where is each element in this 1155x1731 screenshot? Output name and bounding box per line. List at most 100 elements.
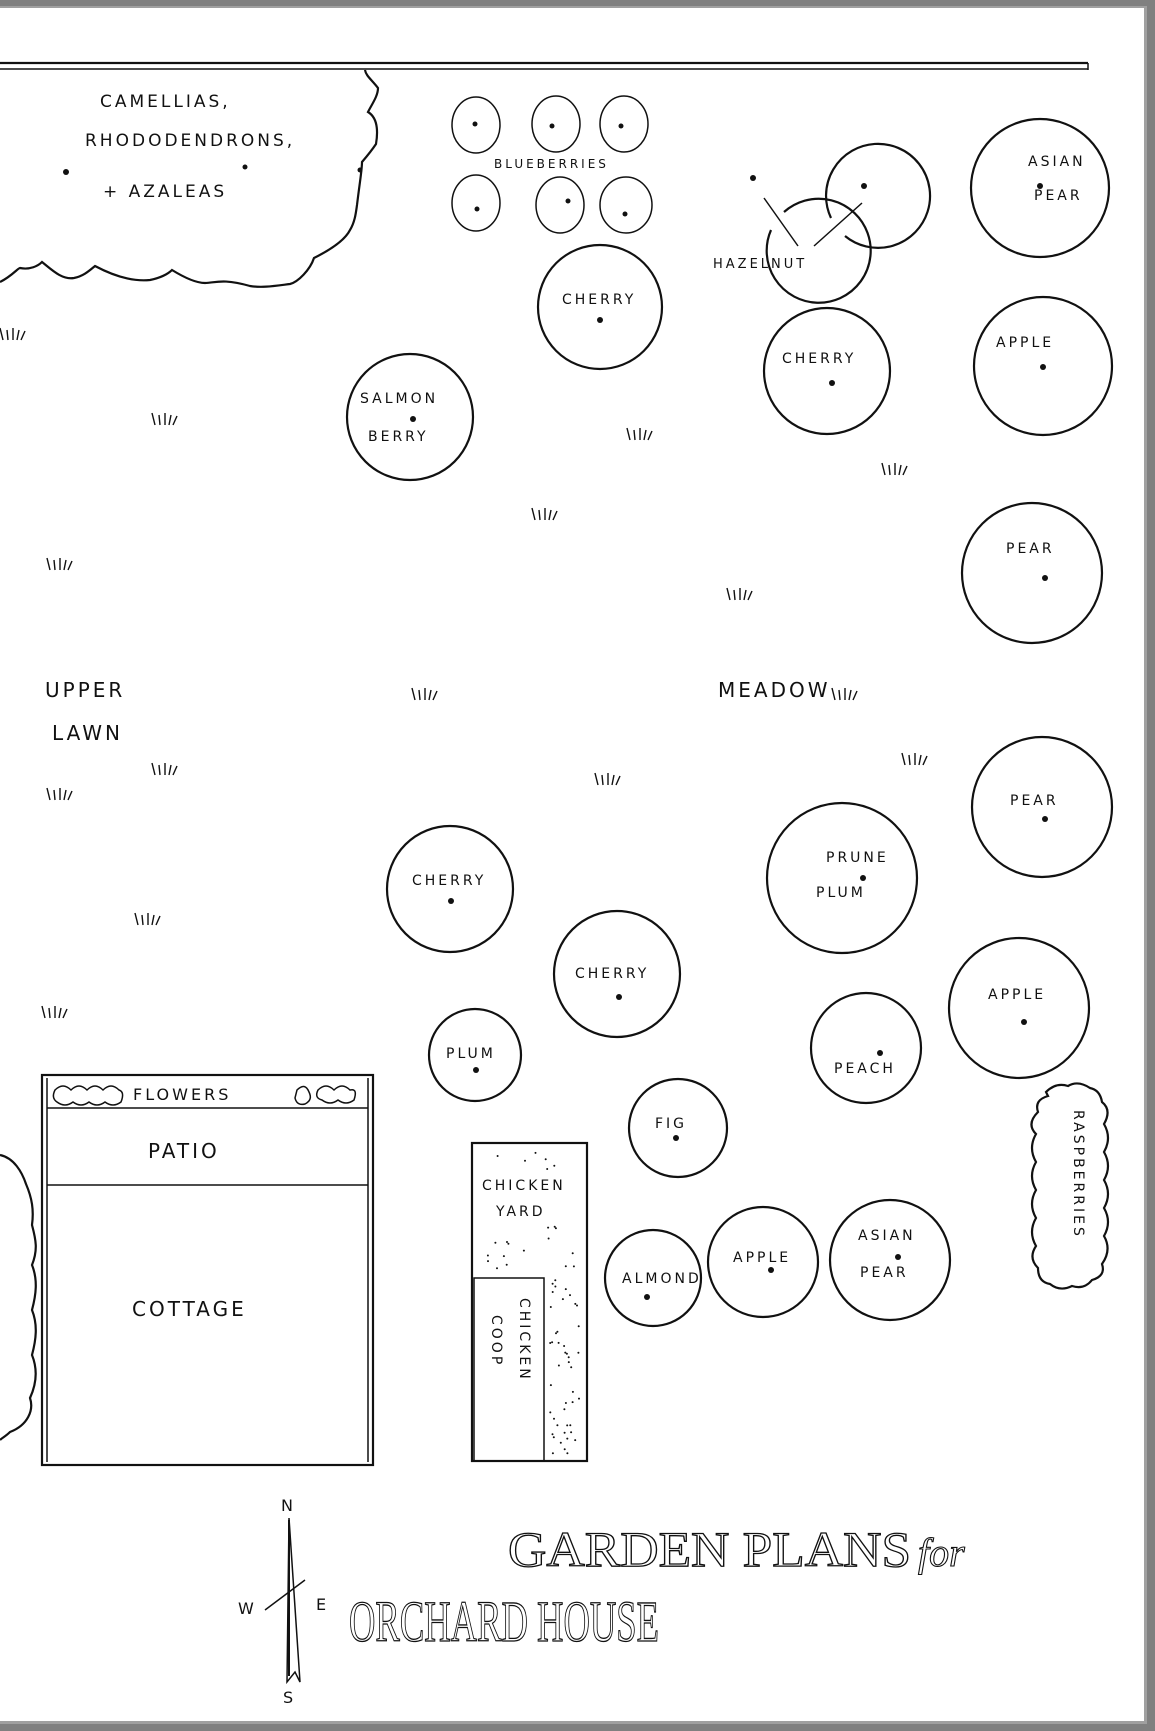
title-line-1: GARDEN PLANS [508,1521,911,1577]
hazelnut-trees: HAZELNUT [713,142,932,304]
tree-cherry-3: CHERRY [385,824,515,954]
tree-label: CHERRY [782,351,856,367]
upper-lawn-label-2: LAWN [52,721,123,745]
compass-rose: N W E S [238,1496,329,1707]
tree-cherry-1: CHERRY [536,243,664,371]
grass-tuft-icon [901,752,928,766]
cottage-building: FLOWERS PATIO COTTAGE [40,1073,375,1467]
tree-asian-pear-1: ASIAN PEAR [969,117,1111,259]
grass-tuft-icon [134,912,161,926]
cottage-label: COTTAGE [132,1297,247,1321]
tree-canopy [385,824,515,954]
garden-plan-map: CAMELLIAS, RHODODENDRONS, + AZALEAS BLUE… [0,61,1114,1707]
tree-pear-2: PEAR [970,735,1114,879]
tree-trunk-marker [410,416,416,422]
title-line-2: ORCHARD HOUSE [349,1589,659,1654]
tree-label: CHERRY [412,873,486,889]
shrub-marker [357,167,363,173]
blueberries-label: BLUEBERRIES [494,157,609,171]
upper-lawn-label-1: UPPER [45,678,125,702]
tree-trunk-marker [616,994,622,1000]
chicken-coop-label-1: CHICKEN [516,1298,532,1382]
grass-tuft-icon [726,587,753,601]
tree-canopy [762,306,892,436]
grass-tuft-icon [531,507,558,521]
flowers-label: FLOWERS [133,1085,231,1104]
tree-apple-2: APPLE [947,936,1091,1080]
compass-south: S [283,1688,296,1707]
shrub-bed-label-2: RHODODENDRONS, [85,131,295,151]
tree-label: ASIAN [1028,154,1086,170]
tree-label: FIG [655,1116,687,1132]
tree-trunk-marker [768,1267,774,1273]
plan-title: GARDEN PLANS for ORCHARD HOUSE [348,1520,965,1654]
grass-tuft-icon [151,762,178,776]
tree-trunk-marker [895,1254,901,1260]
tree-label: CHERRY [575,966,649,982]
tree-apple-1: APPLE [972,295,1114,437]
shrub-bed-label-3: + AZALEAS [103,182,227,202]
grass-tuft-icon [41,1005,68,1019]
shrub-marker [63,169,69,175]
tree-canopy [345,352,475,482]
tree-salmonberry: SALMON BERRY [345,352,475,482]
tree-trunk-marker [673,1135,679,1141]
chicken-yard-label-1: CHICKEN [482,1178,566,1194]
grass-tufts [0,327,928,1019]
grass-tuft-icon [46,557,73,571]
tree-peach: PEACH [809,991,923,1105]
tree-label: APPLE [733,1250,791,1266]
tree-trunk-marker [877,1050,883,1056]
tree-asian-pear-2: ASIAN PEAR [828,1198,952,1322]
tree-fig: FIG [627,1077,729,1179]
compass-east: E [316,1595,329,1614]
grass-tuft-icon [881,462,908,476]
tree-prune-plum: PRUNE PLUM [765,801,919,955]
tree-label: PLUM [446,1046,496,1062]
grass-tuft-icon [831,687,858,701]
tree-pear-1: PEAR [960,501,1104,645]
tree-label: PEAR [860,1265,909,1281]
grass-tuft-icon [594,772,621,786]
tree-trunk-marker [860,875,866,881]
shrub-marker [242,164,248,170]
tree-cherry-2: CHERRY [762,306,892,436]
tree-label: PEAR [1034,188,1083,204]
left-hedge [0,1153,37,1441]
tree-trunk-marker [829,380,835,386]
tree-label: PEACH [834,1061,896,1077]
raspberries-label: RASPBERRIES [1070,1110,1086,1239]
tree-canopy [828,1198,952,1322]
tree-cherry-4: CHERRY [552,909,682,1039]
chicken-yard: CHICKEN YARD CHICKEN COOP [470,1141,589,1463]
tree-trunk-marker [1040,364,1046,370]
patio-label: PATIO [148,1139,220,1163]
tree-canopy [960,501,1104,645]
tree-almond: ALMOND [603,1228,703,1328]
shrub-bed-label-1: CAMELLIAS, [100,92,231,112]
tree-trunk-marker [644,1294,650,1300]
tree-label: PLUM [816,885,866,901]
meadow-label: MEADOW [718,678,831,702]
fruit-trees: ASIAN PEAR CHERRY CHERRY APPLE SALMON BERRY PEA… [345,117,1114,1328]
tree-plum: PLUM [427,1007,523,1103]
tree-label: ASIAN [858,1228,916,1244]
tree-label: PRUNE [826,850,889,866]
grass-tuft-icon [626,427,653,441]
chicken-coop-label-2: COOP [488,1315,504,1367]
chicken-yard-label-2: YARD [495,1204,546,1220]
tree-trunk-marker [597,317,603,323]
compass-north: N [281,1496,296,1515]
grass-tuft-icon [151,412,178,426]
tree-canopy [809,991,923,1105]
compass-west: W [238,1599,257,1618]
tree-apple-3: APPLE [706,1205,820,1319]
tree-label: PEAR [1010,793,1059,809]
tree-trunk-marker [1021,1019,1027,1025]
tree-label: SALMON [360,391,438,407]
tree-canopy [947,936,1091,1080]
tree-label: PEAR [1006,541,1055,557]
tree-trunk-marker [448,898,454,904]
tree-trunk-marker [1042,816,1048,822]
yard-gravel-dots [486,1151,580,1455]
